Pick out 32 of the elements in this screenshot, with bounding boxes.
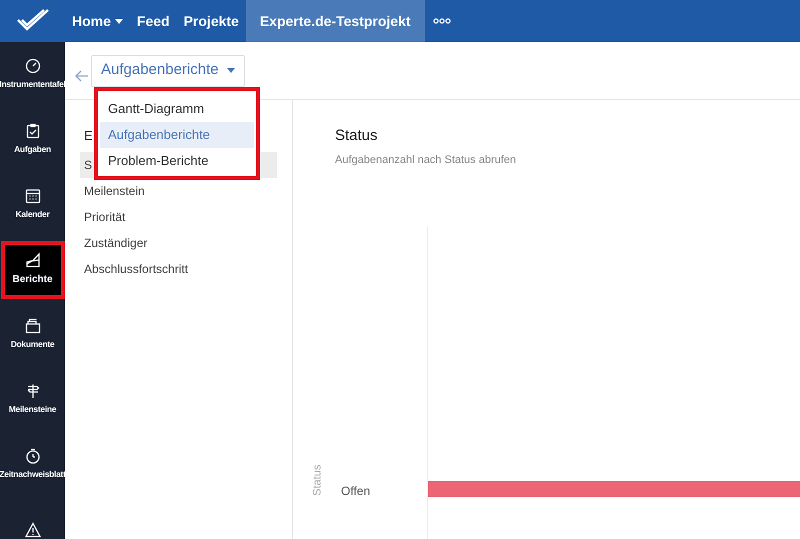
axis-label: Status bbox=[310, 464, 324, 496]
report-list-item[interactable]: Meilenstein bbox=[80, 178, 277, 204]
report-list-item[interactable]: Zuständiger bbox=[80, 230, 277, 256]
sidebar-item[interactable]: Kalender bbox=[0, 176, 65, 232]
gauge-icon bbox=[24, 58, 40, 74]
sidebar-item[interactable]: Instrumententafel bbox=[0, 46, 65, 102]
more-icon[interactable] bbox=[432, 18, 451, 24]
report-dropdown[interactable]: Aufgabenberichte bbox=[91, 54, 245, 86]
caret-icon bbox=[226, 68, 235, 73]
folder-icon bbox=[24, 318, 40, 334]
sidebar-item[interactable]: Aufgaben bbox=[0, 112, 65, 168]
sidebar-item[interactable]: Berichte bbox=[4, 244, 60, 294]
sidebar-item[interactable]: Meilensteine bbox=[0, 372, 65, 428]
report-list-item[interactable]: Priorität bbox=[80, 204, 277, 230]
sidebar-item[interactable]: Dokumente bbox=[0, 306, 65, 362]
warning-icon bbox=[24, 522, 40, 538]
report-list-item[interactable]: Abschlussfortschritt bbox=[80, 256, 277, 282]
panel-title: Status bbox=[335, 126, 379, 146]
category-label: Offen bbox=[341, 483, 370, 500]
nav-link[interactable]: Projekte bbox=[176, 0, 246, 42]
stopwatch-icon bbox=[24, 448, 40, 464]
nav-link[interactable]: Feed bbox=[130, 0, 177, 42]
dropdown-option[interactable]: Problem-Berichte bbox=[100, 148, 254, 174]
panel-subtitle: Aufgabenanzahl nach Status abrufen bbox=[335, 152, 518, 168]
nav-link[interactable]: Home bbox=[65, 0, 130, 42]
chart-icon bbox=[24, 252, 40, 268]
section-heading: E bbox=[84, 127, 93, 145]
clipboard-icon bbox=[24, 123, 40, 140]
nav-link[interactable]: Experte.de-Testprojekt bbox=[246, 0, 425, 42]
calendar-icon bbox=[24, 188, 40, 204]
dropdown-option[interactable]: Gantt-Diagramm bbox=[100, 96, 254, 122]
dropdown-option[interactable]: Aufgabenberichte bbox=[100, 122, 254, 148]
